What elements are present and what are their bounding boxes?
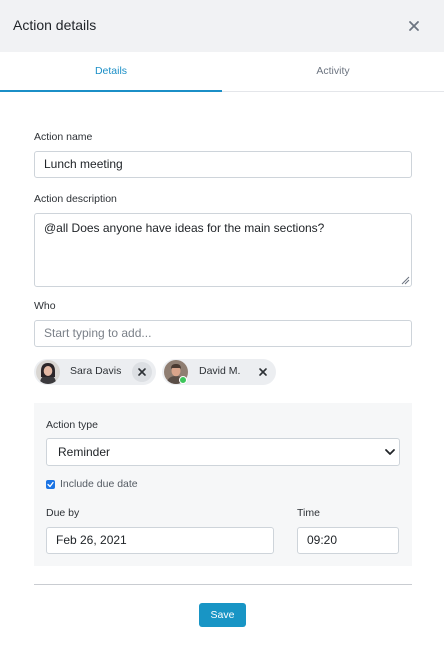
time-input[interactable]: 09:20 — [297, 527, 399, 554]
chevron-down-icon — [385, 449, 395, 455]
action-type-select[interactable]: Reminder — [46, 438, 400, 466]
dialog-title: Action details — [13, 17, 97, 33]
action-name-label: Action name — [34, 131, 93, 143]
dialog-header: Action details — [0, 0, 444, 52]
online-status-dot — [179, 376, 187, 384]
remove-person-button[interactable] — [253, 362, 273, 382]
time-label: Time — [297, 507, 320, 519]
remove-person-button[interactable] — [132, 362, 152, 382]
person-chip: David M. — [162, 359, 276, 385]
include-due-date-label[interactable]: Include due date — [60, 478, 138, 490]
action-type-panel: Action type Reminder Include due date Du… — [34, 403, 412, 566]
action-type-selected-value: Reminder — [58, 445, 111, 459]
who-label: Who — [34, 300, 56, 312]
person-chip: Sara Davis — [34, 359, 156, 385]
close-button[interactable] — [403, 15, 425, 37]
action-description-textarea[interactable]: @all Does anyone have ideas for the main… — [34, 213, 412, 287]
action-description-label: Action description — [34, 193, 117, 205]
include-due-date-checkbox[interactable] — [46, 480, 55, 489]
avatar — [36, 360, 60, 384]
person-chip-name: David M. — [199, 365, 241, 377]
due-by-label: Due by — [46, 507, 80, 519]
close-icon — [259, 368, 267, 376]
tab-bar: Details Activity — [0, 52, 444, 92]
close-icon — [138, 368, 146, 376]
due-by-date-input[interactable]: Feb 26, 2021 — [46, 527, 274, 554]
resize-handle-icon[interactable] — [400, 275, 410, 285]
action-name-input[interactable]: Lunch meeting — [34, 151, 412, 178]
tab-activity[interactable]: Activity — [222, 52, 444, 92]
close-icon — [409, 21, 419, 31]
action-type-label: Action type — [46, 419, 98, 431]
divider — [34, 584, 412, 585]
save-button[interactable]: Save — [199, 603, 246, 627]
person-chip-name: Sara Davis — [70, 365, 122, 377]
who-search-input[interactable]: Start typing to add... — [34, 320, 412, 347]
checkmark-icon — [47, 481, 54, 488]
tab-details[interactable]: Details — [0, 52, 222, 92]
